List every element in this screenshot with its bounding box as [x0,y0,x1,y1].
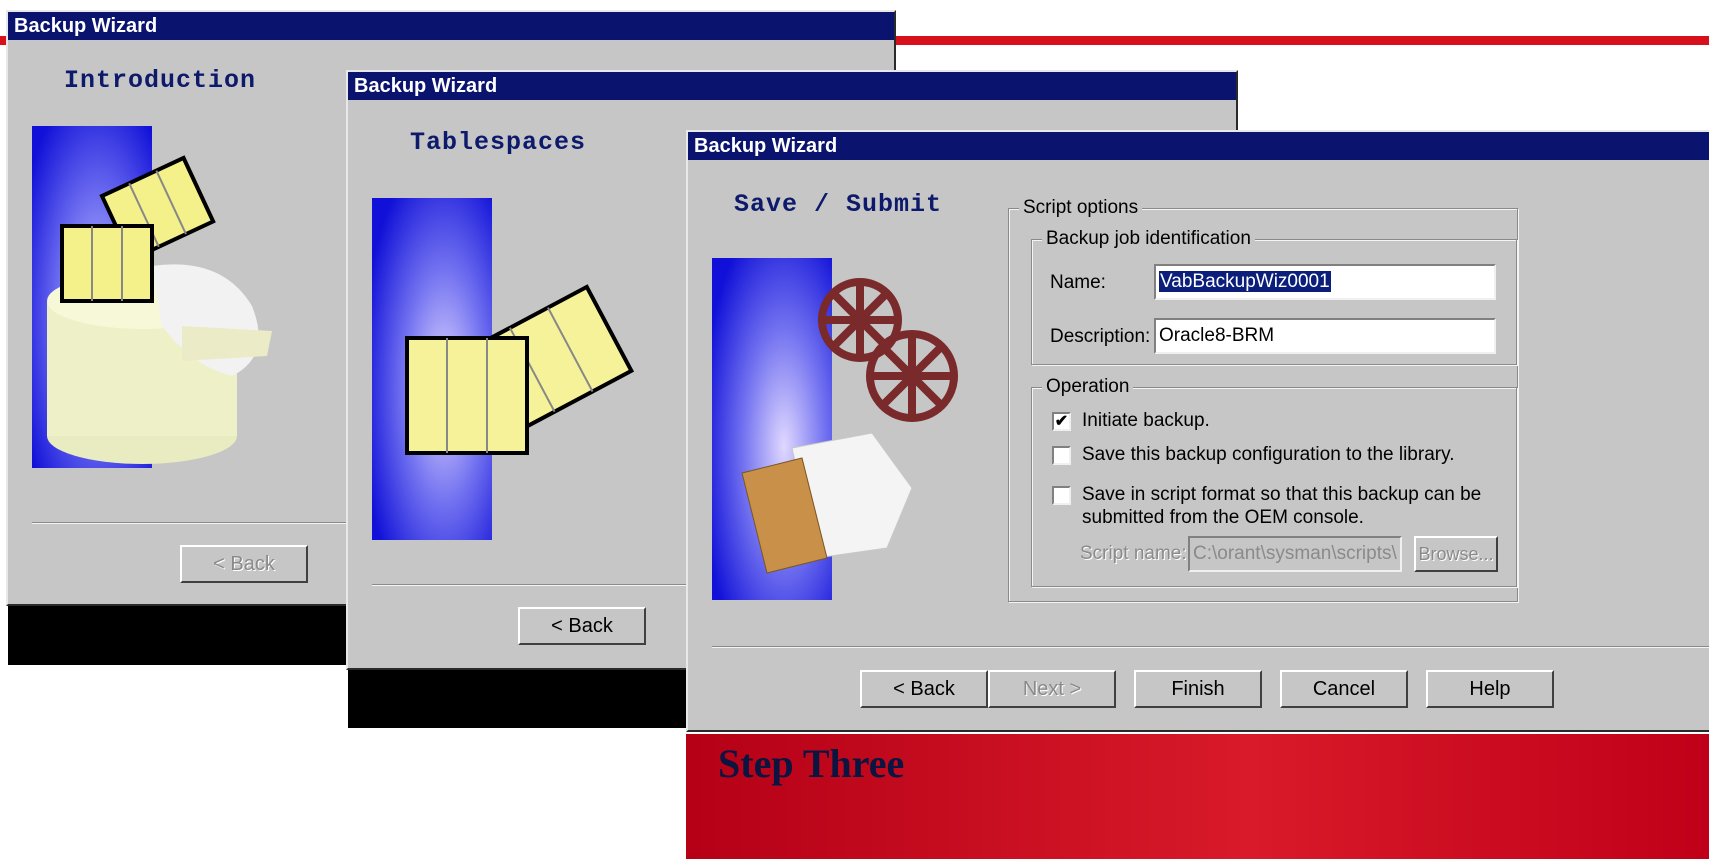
group-legend: Operation [1042,376,1134,398]
browse-button[interactable]: Browse... [1414,536,1498,572]
window-shadow [8,604,353,665]
save-library-label: Save this backup configuration to the li… [1082,444,1455,465]
initiate-backup-checkbox[interactable]: ✔ [1052,412,1071,431]
save-script-checkbox[interactable] [1052,486,1071,505]
back-button[interactable]: < Back [518,607,646,645]
script-name-label: Script name: [1080,543,1187,564]
name-label: Name: [1050,272,1106,293]
wizard-window-save-submit: Backup Wizard Save / Submit Script optio… [686,130,1709,732]
save-submit-illustration [712,258,958,600]
save-library-checkbox[interactable] [1052,446,1071,465]
finish-button[interactable]: Finish [1134,670,1262,708]
back-label: < Back [551,615,613,637]
gear-icon [818,278,958,422]
cancel-button[interactable]: Cancel [1280,670,1408,708]
job-identification-group: Backup job identification Name: VabBacku… [1031,228,1517,365]
window-shadow [348,668,688,728]
page-heading: Introduction [64,66,257,95]
page-heading: Save / Submit [734,190,943,219]
save-script-label-line2: submitted from the OEM console. [1082,507,1364,528]
database-folders-illustration [32,126,272,468]
group-legend: Backup job identification [1042,228,1255,250]
save-script-label-line1: Save in script format so that this backu… [1082,484,1482,505]
tablespace-folders-illustration [372,198,635,540]
step-caption: Step Three [718,741,905,786]
description-field[interactable]: Oracle8-BRM [1154,318,1496,354]
next-button[interactable]: Next > [988,670,1116,708]
window-title[interactable]: Backup Wizard [8,12,894,40]
window-title[interactable]: Backup Wizard [348,72,1236,100]
back-button[interactable]: < Back [860,670,988,708]
script-name-field[interactable]: C:\orant\sysman\scripts\ [1188,536,1402,572]
help-button[interactable]: Help [1426,670,1554,708]
back-button[interactable]: < Back [180,545,308,583]
page-heading: Tablespaces [410,128,587,157]
group-legend: Script options [1019,197,1143,219]
window-title[interactable]: Backup Wizard [688,132,1709,160]
initiate-backup-label: Initiate backup. [1082,410,1210,431]
name-value: VabBackupWiz0001 [1159,271,1331,292]
description-label: Description: [1050,326,1151,347]
operation-group: Operation ✔ Initiate backup. Save this b… [1031,376,1517,587]
separator [712,646,1709,648]
script-options-group: Script options Backup job identification… [1008,197,1518,602]
name-field[interactable]: VabBackupWiz0001 [1154,264,1496,300]
